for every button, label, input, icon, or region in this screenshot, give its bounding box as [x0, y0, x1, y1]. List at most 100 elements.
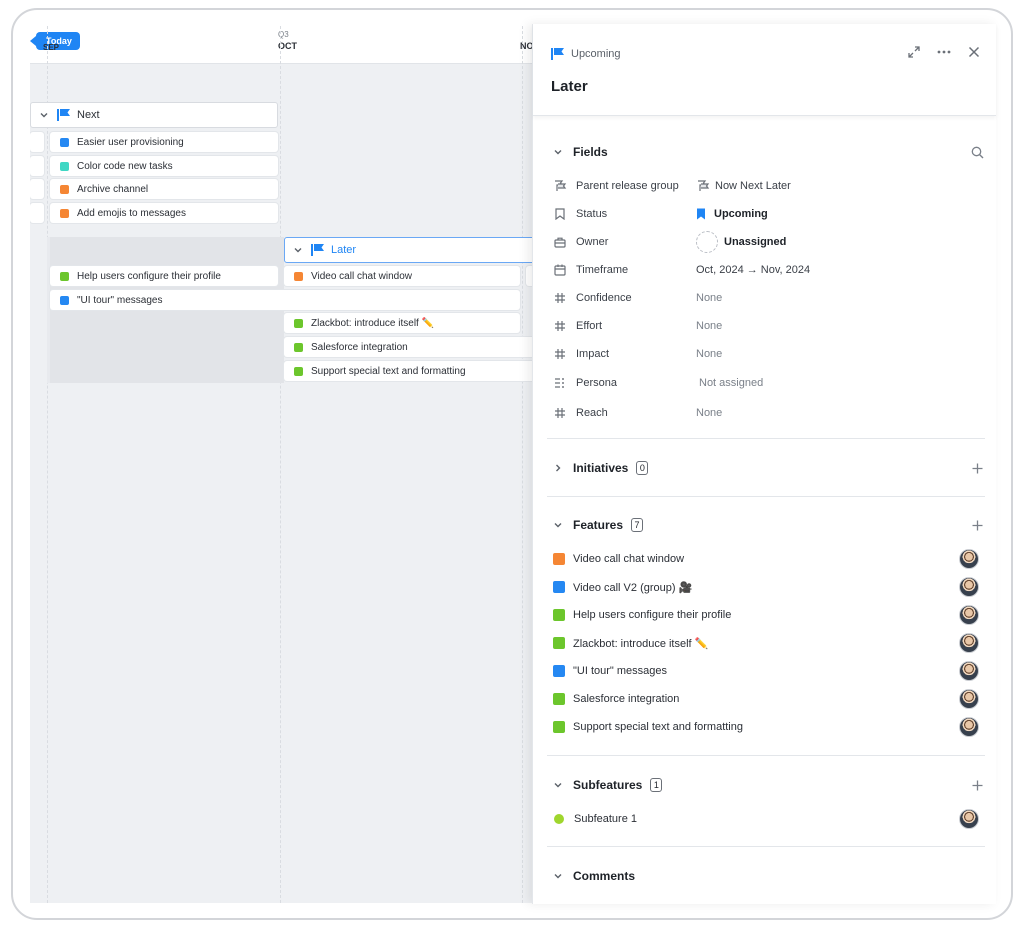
- feature-row[interactable]: Help users configure their profile: [553, 601, 983, 629]
- feature-row[interactable]: Video call chat window: [553, 545, 983, 573]
- avatar[interactable]: [959, 689, 979, 709]
- timeline-card[interactable]: Help users configure their profile: [50, 266, 278, 286]
- card-stub: [30, 203, 44, 223]
- owner-value[interactable]: Unassigned: [696, 231, 786, 253]
- section-title: Subfeatures: [573, 778, 643, 792]
- timeline-card[interactable]: Add emojis to messages: [50, 203, 278, 223]
- field-timeframe[interactable]: Timeframe Oct, 2024 → Nov, 2024: [553, 256, 983, 284]
- chevron-down-icon[interactable]: [551, 518, 565, 532]
- hash-icon: [553, 406, 567, 420]
- group-header-later[interactable]: Later: [284, 237, 534, 263]
- subfeature-label: Subfeature 1: [574, 813, 637, 825]
- add-feature-icon[interactable]: [969, 517, 985, 533]
- close-icon[interactable]: [966, 44, 982, 60]
- expand-icon[interactable]: [906, 44, 922, 60]
- features-section: Features 7 Video call chat window Video …: [547, 511, 985, 741]
- feature-row[interactable]: Salesforce integration: [553, 685, 983, 713]
- feature-row[interactable]: Video call V2 (group) 🎥: [553, 573, 983, 601]
- timeline-card[interactable]: Zlackbot: introduce itself ✏️: [284, 313, 520, 333]
- feature-label: Zlackbot: introduce itself ✏️: [573, 637, 709, 650]
- avatar-placeholder: [696, 231, 718, 253]
- card-label: Color code new tasks: [77, 160, 173, 172]
- chevron-right-icon[interactable]: [551, 461, 565, 475]
- field-status[interactable]: Status Upcoming: [553, 200, 983, 228]
- timeline-card[interactable]: Video call chat window: [284, 266, 520, 286]
- avatar[interactable]: [959, 717, 979, 737]
- hash-icon: [553, 291, 567, 305]
- field-confidence[interactable]: Confidence None: [553, 284, 983, 312]
- timeline-card[interactable]: Easier user provisioning: [50, 132, 278, 152]
- field-value-text[interactable]: None: [696, 292, 722, 304]
- timeline-card[interactable]: Archive channel: [50, 179, 278, 199]
- field-value-text[interactable]: None: [696, 407, 722, 419]
- flag-icon: [311, 244, 325, 256]
- page-title[interactable]: Later: [551, 78, 588, 95]
- fields-section: Fields Parent release group Now Next Lat…: [547, 138, 985, 428]
- chevron-down-icon[interactable]: [551, 145, 565, 159]
- field-value-text[interactable]: Oct, 2024 → Nov, 2024: [696, 264, 810, 276]
- avatar[interactable]: [959, 577, 979, 597]
- feature-row[interactable]: Zlackbot: introduce itself ✏️: [553, 629, 983, 657]
- feature-row[interactable]: Support special text and formatting: [553, 713, 983, 741]
- status-color-dot: [294, 366, 303, 376]
- timeline-card[interactable]: Color code new tasks: [50, 156, 278, 176]
- field-persona[interactable]: Persona Not assigned: [553, 369, 983, 397]
- avatar[interactable]: [959, 549, 979, 569]
- comments-section-header[interactable]: Comments: [547, 862, 985, 890]
- field-label: Confidence: [576, 292, 632, 304]
- field-parent-release-group[interactable]: Parent release group Now Next Later: [553, 172, 983, 200]
- group-header-next[interactable]: Next: [30, 102, 278, 128]
- feature-row[interactable]: "UI tour" messages: [553, 657, 983, 685]
- status-badge[interactable]: Upcoming: [696, 208, 768, 220]
- chevron-down-icon[interactable]: [551, 778, 565, 792]
- status-color-dot: [294, 318, 303, 328]
- timeline-card[interactable]: "UI tour" messages: [50, 290, 520, 310]
- field-value-text[interactable]: None: [696, 348, 722, 360]
- app-window: Today SEP Q3 OCT NO Next Easier user pro…: [11, 8, 1013, 920]
- field-effort[interactable]: Effort None: [553, 312, 983, 340]
- hash-icon: [553, 347, 567, 361]
- field-owner[interactable]: Owner Unassigned: [553, 228, 983, 256]
- fields-section-header[interactable]: Fields: [547, 138, 985, 166]
- avatar[interactable]: [959, 605, 979, 625]
- card-stub: [30, 132, 44, 152]
- add-initiative-icon[interactable]: [969, 460, 985, 476]
- field-value-text[interactable]: Not assigned: [699, 377, 763, 389]
- section-title: Initiatives: [573, 461, 629, 475]
- chevron-down-icon[interactable]: [551, 869, 565, 883]
- card-label: Salesforce integration: [311, 341, 408, 353]
- subfeature-row[interactable]: Subfeature 1: [553, 805, 983, 833]
- card-label: Zlackbot: introduce itself ✏️: [311, 317, 435, 329]
- bookmark-icon: [553, 207, 567, 221]
- chevron-down-icon[interactable]: [37, 108, 51, 122]
- group-edge: [47, 237, 50, 383]
- timeline-card[interactable]: Support special text and formatting: [284, 361, 534, 381]
- field-value-text: Now Next Later: [715, 180, 791, 192]
- grid-line: [47, 26, 48, 903]
- avatar[interactable]: [959, 661, 979, 681]
- search-icon[interactable]: [969, 144, 985, 160]
- timeline-card[interactable]: Salesforce integration: [284, 337, 534, 357]
- field-value-text[interactable]: None: [696, 320, 722, 332]
- breadcrumb[interactable]: Upcoming: [551, 48, 621, 60]
- subfeatures-section-header[interactable]: Subfeatures 1: [547, 771, 985, 799]
- status-color-dot: [60, 184, 69, 194]
- field-value[interactable]: Now Next Later: [696, 179, 791, 193]
- avatar[interactable]: [959, 633, 979, 653]
- avatar[interactable]: [959, 809, 979, 829]
- features-section-header[interactable]: Features 7: [547, 511, 985, 539]
- field-reach[interactable]: Reach None: [553, 399, 983, 427]
- more-options-icon[interactable]: [936, 44, 952, 60]
- feature-label: Salesforce integration: [573, 693, 680, 705]
- chevron-down-icon[interactable]: [291, 243, 305, 257]
- initiatives-section-header[interactable]: Initiatives 0: [547, 454, 985, 482]
- status-color-dot: [60, 137, 69, 147]
- add-subfeature-icon[interactable]: [969, 777, 985, 793]
- feature-label: Help users configure their profile: [573, 609, 732, 621]
- card-label: Easier user provisioning: [77, 136, 184, 148]
- count-badge: 1: [650, 778, 663, 792]
- status-color-dot: [60, 161, 69, 171]
- status-color-dot: [60, 271, 69, 281]
- count-badge: 0: [636, 461, 649, 475]
- field-impact[interactable]: Impact None: [553, 340, 983, 368]
